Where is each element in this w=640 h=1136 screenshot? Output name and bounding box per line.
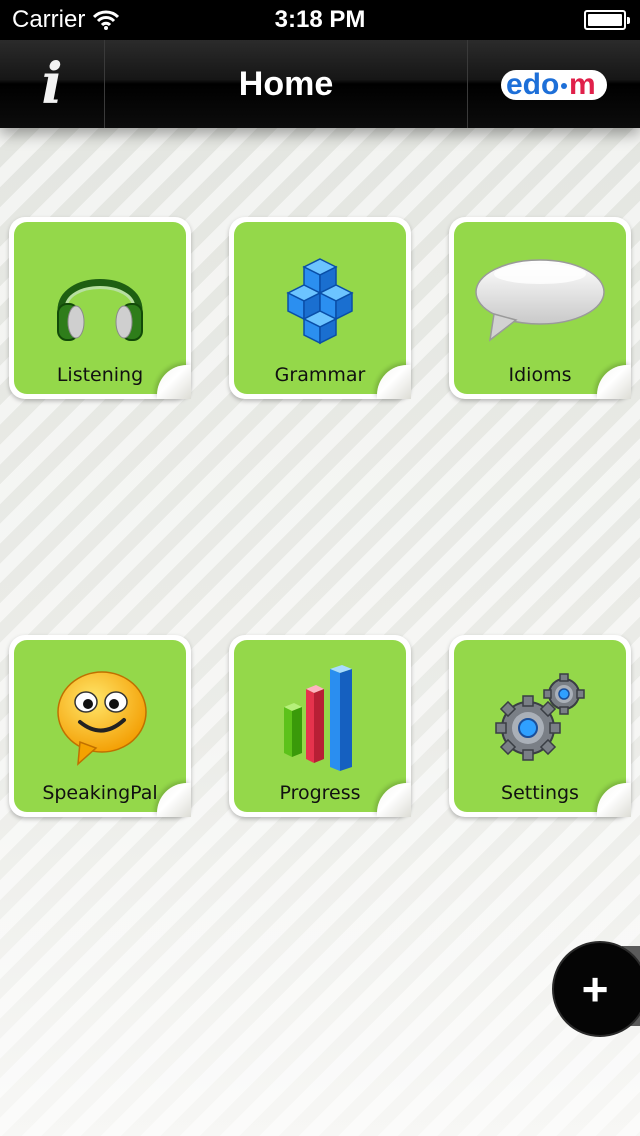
smiley-bubble-icon [14, 668, 186, 768]
info-button[interactable]: i [0, 40, 105, 128]
tile-idioms[interactable]: Idioms [449, 217, 631, 399]
battery-level [588, 14, 622, 26]
tile-grammar-face: Grammar [234, 222, 406, 394]
page-title: Home [238, 65, 334, 103]
battery-tip [627, 17, 630, 24]
tile-settings-face: Settings [454, 640, 626, 812]
cubes-icon [234, 250, 406, 350]
navigation-bar: i Home edo m [0, 40, 640, 128]
edom-logo-button[interactable]: edo m [467, 40, 640, 128]
tile-idioms-face: Idioms [454, 222, 626, 394]
edom-logo: edo m [501, 68, 607, 101]
add-button[interactable]: + [552, 941, 640, 1037]
svg-text:m: m [569, 68, 596, 101]
info-icon: i [41, 51, 63, 117]
tile-settings[interactable]: Settings [449, 635, 631, 817]
status-time: 3:18 PM [274, 6, 366, 33]
plus-icon: + [581, 963, 609, 1015]
status-bar: Carrier 3:18 PM [0, 0, 640, 40]
headphones-icon [14, 250, 186, 350]
svg-text:edo: edo [506, 68, 559, 101]
gears-icon [454, 668, 626, 768]
bar-chart-icon [234, 665, 406, 771]
tile-progress[interactable]: Progress [229, 635, 411, 817]
tile-speakingpal-face: SpeakingPal [14, 640, 186, 812]
tile-listening[interactable]: Listening [9, 217, 191, 399]
tile-speakingpal[interactable]: SpeakingPal [9, 635, 191, 817]
speech-bubble-icon [454, 250, 626, 350]
tile-listening-face: Listening [14, 222, 186, 394]
tile-progress-face: Progress [234, 640, 406, 812]
tile-grammar[interactable]: Grammar [229, 217, 411, 399]
battery-icon [584, 10, 630, 30]
